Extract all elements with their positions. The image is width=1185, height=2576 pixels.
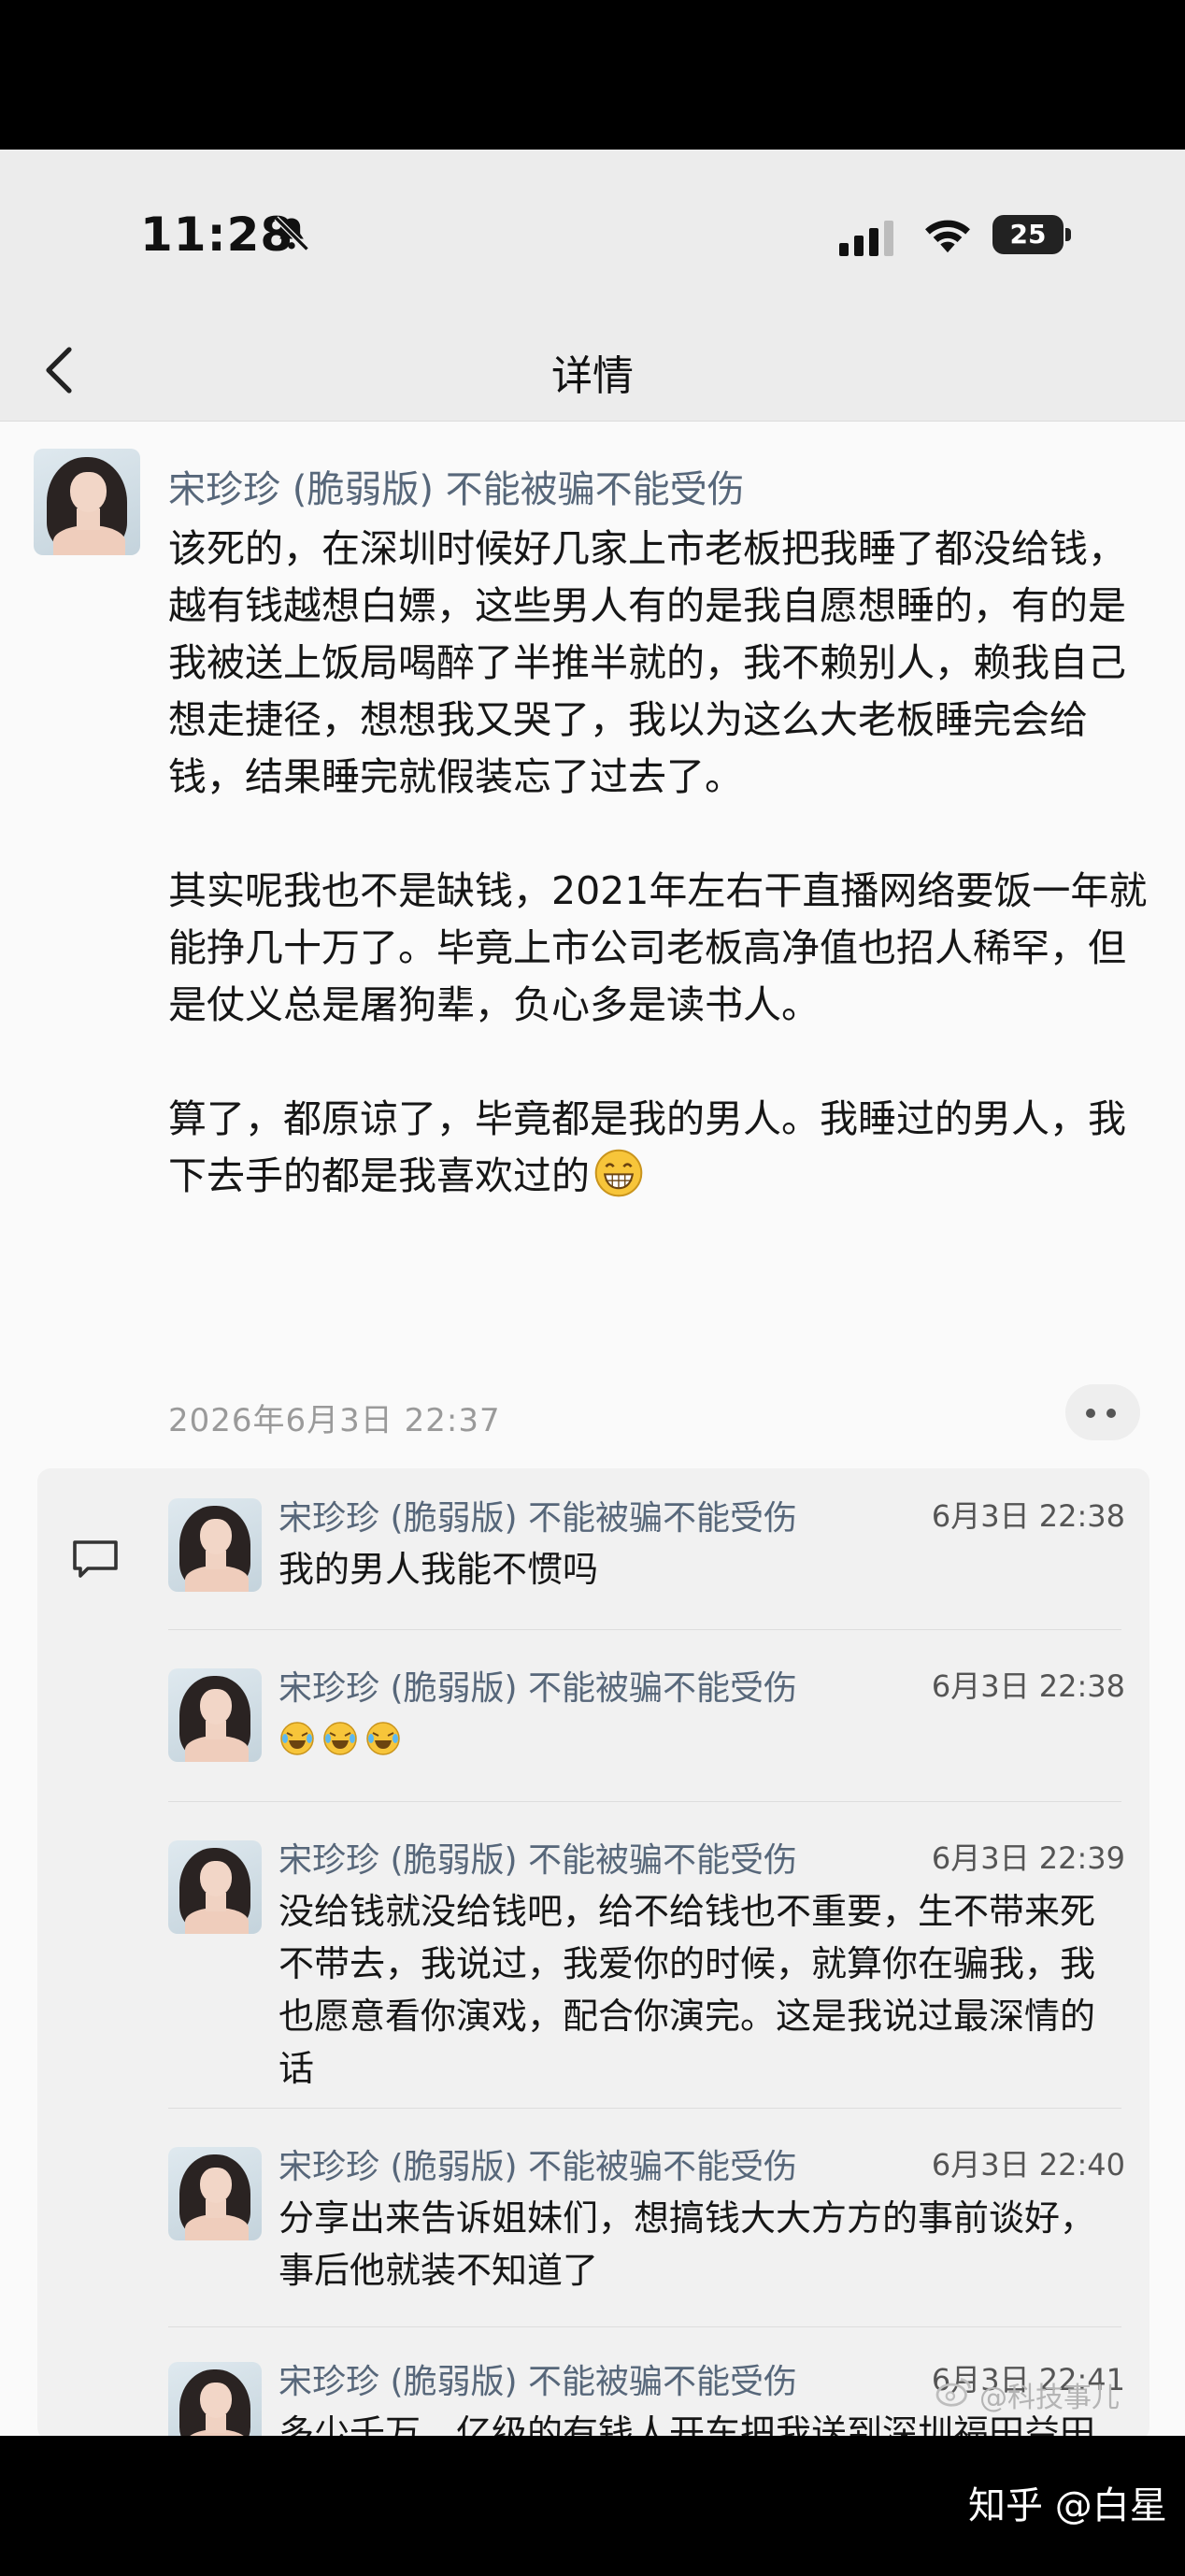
comment-text: 没给钱就没给钱吧，给不给钱也不重要，生不带来死不带去，我说过，我爱你的时候，就算… xyxy=(278,1891,1096,2089)
status-bar: 11:28 25 xyxy=(0,150,1185,318)
comment-avatar[interactable] xyxy=(168,1840,262,1934)
top-black-bar xyxy=(0,0,1185,150)
comment-time: 6月3日 22:39 xyxy=(931,1840,1125,1876)
more-dot xyxy=(1086,1409,1095,1418)
weibo-watermark-icon xyxy=(935,2378,971,2407)
crying-laughing-emoji-icon xyxy=(366,1722,400,1755)
author-avatar[interactable] xyxy=(34,449,140,555)
post-author-name[interactable]: 宋珍珍 (脆弱版) 不能被骗不能受伤 xyxy=(168,459,745,513)
bell-muted-icon xyxy=(274,216,309,251)
post-paragraph: 其实呢我也不是缺钱，2021年左右干直播网络要饭一年就能挣几十万了。毕竟上市公司… xyxy=(168,868,1148,1027)
comment-time: 6月3日 22:38 xyxy=(931,1498,1125,1534)
comment-divider xyxy=(168,1801,1121,1802)
comment-time: 6月3日 22:38 xyxy=(931,1668,1125,1704)
comment-author[interactable]: 宋珍珍 (脆弱版) 不能被骗不能受伤 xyxy=(278,1833,797,1882)
battery-indicator: 25 xyxy=(992,215,1073,254)
comment-emoji-row xyxy=(278,1713,1129,1766)
comment-section: 宋珍珍 (脆弱版) 不能被骗不能受伤 6月3日 22:38 我的男人我能不惯吗 … xyxy=(37,1468,1149,2436)
comment-author[interactable]: 宋珍珍 (脆弱版) 不能被骗不能受伤 xyxy=(278,2354,797,2403)
more-dot xyxy=(1106,1409,1116,1418)
nav-bar: 详情 xyxy=(0,318,1185,422)
phone-screen: 11:28 25 详情 宋珍珍 (脆弱版) 不能被骗不能受伤 该死的，在深圳时候… xyxy=(0,150,1185,2436)
grinning-emoji-icon xyxy=(594,1149,643,1197)
comment-item[interactable]: 宋珍珍 (脆弱版) 不能被骗不能受伤 6月3日 22:38 我的男人我能不惯吗 xyxy=(168,1491,1149,1603)
zhihu-credit: 知乎 @白星 xyxy=(968,2484,1167,2527)
comment-item[interactable]: 宋珍珍 (脆弱版) 不能被骗不能受伤 6月3日 22:40 分享出来告诉姐妹们，… xyxy=(168,2140,1149,2326)
battery-nub xyxy=(1065,228,1071,241)
post-body: 该死的，在深圳时候好几家上市老板把我睡了都没给钱，越有钱越想白嫖，这些男人有的是… xyxy=(168,521,1159,1205)
comment-item[interactable]: 宋珍珍 (脆弱版) 不能被骗不能受伤 6月3日 22:38 xyxy=(168,1661,1149,1773)
wifi-icon xyxy=(925,220,970,253)
comment-avatar[interactable] xyxy=(168,1498,262,1592)
comment-bubble-icon xyxy=(73,1540,118,1578)
comment-item[interactable]: 宋珍珍 (脆弱版) 不能被骗不能受伤 6月3日 22:39 没给钱就没给钱吧，给… xyxy=(168,1833,1149,2089)
crying-laughing-emoji-icon xyxy=(323,1722,357,1755)
source-watermark: @科技事儿 xyxy=(979,2382,1120,2414)
comment-divider xyxy=(168,2326,1121,2327)
post-paragraph-text: 算了，都原谅了，毕竟都是我的男人。我睡过的男人，我下去手的都是我喜欢过的 xyxy=(168,1096,1126,1198)
comment-time: 6月3日 22:40 xyxy=(931,2147,1125,2182)
page-title: 详情 xyxy=(551,352,634,400)
comment-avatar[interactable] xyxy=(168,2147,262,2240)
comment-divider xyxy=(168,1629,1121,1630)
post-paragraph: 该死的，在深圳时候好几家上市老板把我睡了都没给钱，越有钱越想白嫖，这些男人有的是… xyxy=(168,526,1126,799)
comment-avatar[interactable] xyxy=(168,1668,262,1762)
comment-text: 我的男人我能不惯吗 xyxy=(278,1549,599,1590)
comment-avatar[interactable] xyxy=(168,2362,262,2436)
comment-author[interactable]: 宋珍珍 (脆弱版) 不能被骗不能受伤 xyxy=(278,1661,797,1710)
crying-laughing-emoji-icon xyxy=(280,1722,314,1755)
more-options-button[interactable] xyxy=(1065,1384,1140,1440)
cellular-signal-icon xyxy=(839,221,893,256)
post-paragraph-last: 算了，都原谅了，毕竟都是我的男人。我睡过的男人，我下去手的都是我喜欢过的 xyxy=(168,1091,1159,1205)
comment-author[interactable]: 宋珍珍 (脆弱版) 不能被骗不能受伤 xyxy=(278,1491,797,1539)
battery-level: 25 xyxy=(992,215,1064,254)
comment-author[interactable]: 宋珍珍 (脆弱版) 不能被骗不能受伤 xyxy=(278,2140,797,2188)
post-timestamp: 2026年6月3日 22:37 xyxy=(168,1402,501,1439)
comment-divider xyxy=(168,2108,1121,2109)
comment-text: 分享出来告诉姐妹们，想搞钱大大方方的事前谈好，事后他就装不知道了 xyxy=(278,2197,1096,2291)
post-detail: 宋珍珍 (脆弱版) 不能被骗不能受伤 该死的，在深圳时候好几家上市老板把我睡了都… xyxy=(0,422,1185,2436)
